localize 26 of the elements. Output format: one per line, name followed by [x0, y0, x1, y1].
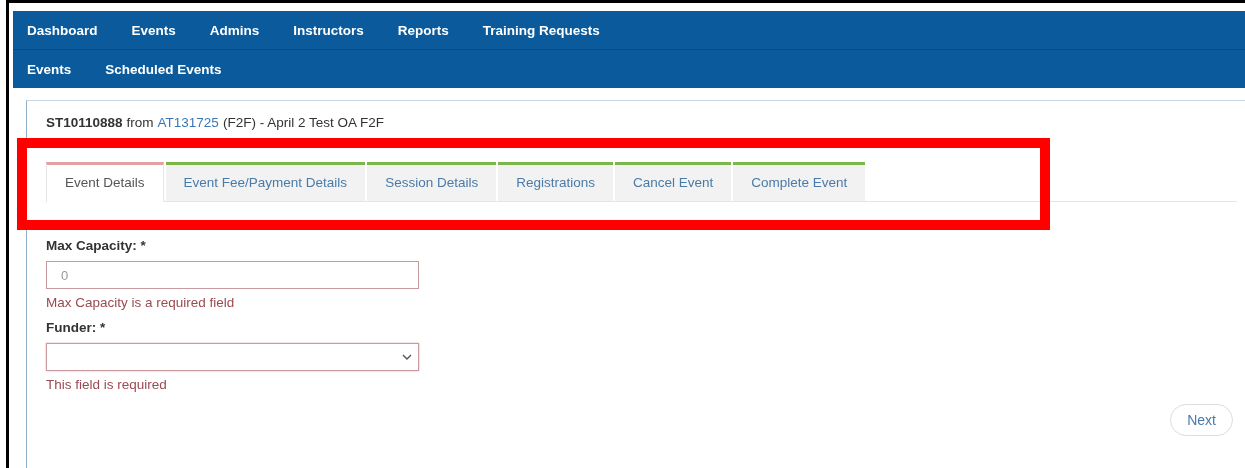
tab[interactable]: Session Details	[367, 162, 497, 201]
event-id: ST10110888	[46, 115, 123, 130]
subnav-link[interactable]: Events	[27, 61, 72, 77]
nav-link[interactable]: Events	[131, 22, 176, 38]
next-button[interactable]: Next	[1170, 404, 1233, 436]
tab[interactable]: Cancel Event	[614, 162, 732, 201]
heading-text: (F2F) - April 2 Test OA F2F	[222, 115, 384, 130]
tab[interactable]: Event Fee/Payment Details	[165, 162, 366, 201]
input-field[interactable]: 0	[46, 261, 419, 289]
tab[interactable]: Registrations	[498, 162, 613, 201]
tab[interactable]: Complete Event	[733, 162, 866, 201]
nav-link[interactable]: Dashboard	[27, 22, 98, 38]
error-message: Max Capacity is a required field	[46, 295, 236, 310]
nav-link[interactable]: Training Requests	[482, 22, 600, 38]
dropdown-field[interactable]	[46, 343, 419, 371]
event-link[interactable]: AT131725	[157, 115, 219, 130]
subnav-link[interactable]: Scheduled Events	[105, 61, 222, 77]
nav-link[interactable]: Admins	[209, 22, 260, 38]
caret-icon	[402, 354, 412, 360]
tab[interactable]: Event Details	[46, 162, 164, 202]
error-message: This field is required	[46, 377, 168, 392]
field-label: Max Capacity: *	[46, 238, 146, 253]
heading-text: from	[126, 115, 154, 130]
field-label: Funder: *	[46, 320, 106, 335]
nav-link[interactable]: Reports	[397, 22, 449, 38]
nav-link[interactable]: Instructors	[293, 22, 364, 38]
